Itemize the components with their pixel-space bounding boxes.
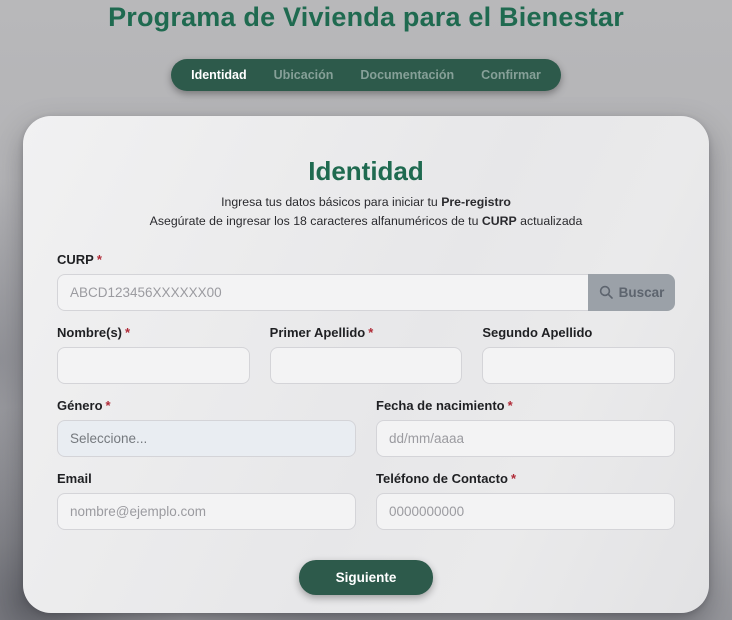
required-asterisk: *	[507, 397, 513, 413]
segundo-apellido-field: Segundo Apellido	[482, 325, 675, 384]
nombres-label: Nombre(s) *	[57, 324, 131, 340]
genero-field: Género * Seleccione...	[57, 398, 356, 457]
telefono-input[interactable]	[376, 492, 675, 530]
required-asterisk: *	[125, 324, 131, 340]
fecha-nacimiento-label: Fecha de nacimiento *	[376, 397, 513, 413]
primer-apellido-label: Primer Apellido *	[269, 324, 374, 340]
genero-select[interactable]: Seleccione...	[57, 419, 356, 457]
fecha-nacimiento-input[interactable]	[376, 419, 675, 457]
genero-selected-value: Seleccione...	[70, 430, 148, 446]
curp-input-group: Buscar	[57, 273, 675, 311]
tab-identidad[interactable]: Identidad	[191, 68, 247, 82]
genero-fecha-row: Género * Seleccione... Fecha de nacimient…	[57, 398, 675, 457]
telefono-label: Teléfono de Contacto *	[376, 470, 516, 486]
segundo-apellido-input[interactable]	[482, 346, 675, 384]
segundo-apellido-label: Segundo Apellido	[482, 324, 593, 340]
required-asterisk: *	[96, 251, 102, 267]
subtitle-2-text: Asegúrate de ingresar los 18 caracteres …	[149, 214, 482, 229]
subtitle-2-suffix: actualizada	[516, 214, 583, 229]
page-background: Programa de Vivienda para el Bienestar I…	[0, 0, 732, 620]
curp-input[interactable]	[57, 273, 588, 311]
siguiente-button[interactable]: Siguiente	[299, 559, 433, 595]
tab-bar-wrapper: Identidad Ubicación Documentación Confir…	[0, 59, 732, 91]
required-asterisk: *	[368, 324, 374, 340]
tab-ubicacion[interactable]: Ubicación	[274, 68, 334, 82]
email-input[interactable]	[57, 492, 356, 530]
email-telefono-row: Email Teléfono de Contacto*	[57, 471, 675, 530]
search-icon	[599, 285, 613, 300]
fecha-nacimiento-field: Fecha de nacimiento *	[376, 398, 675, 457]
submit-row: Siguiente	[57, 559, 675, 595]
names-row: Nombre(s) * Primer Apellido * Segundo Apel…	[57, 325, 675, 384]
email-label: Email	[57, 470, 92, 486]
subtitle-1-text: Ingresa tus datos básicos para iniciar t…	[221, 195, 442, 209]
step-tab-bar: Identidad Ubicación Documentación Confir…	[171, 59, 561, 91]
required-asterisk: *	[105, 397, 111, 413]
subtitle-1-bold: Pre-registro	[441, 195, 511, 209]
form-card: Identidad Ingresa tus datos básicos para…	[23, 116, 709, 613]
buscar-button[interactable]: Buscar	[588, 273, 675, 311]
nombres-field: Nombre(s) *	[57, 325, 250, 384]
nombres-input[interactable]	[57, 346, 250, 384]
tab-confirmar[interactable]: Confirmar	[481, 68, 541, 82]
primer-apellido-field: Primer Apellido *	[269, 324, 463, 384]
page-title: Programa de Vivienda para el Bienestar	[108, 2, 624, 32]
subtitle-2-bold: CURP	[481, 214, 517, 229]
identity-form: CURP* Buscar Nombre(s)*	[57, 252, 675, 595]
email-field: Email	[57, 471, 356, 530]
card-heading: Identidad	[308, 156, 424, 186]
buscar-button-label: Buscar	[618, 284, 665, 300]
tab-documentacion[interactable]: Documentación	[360, 68, 454, 82]
primer-apellido-input[interactable]	[269, 346, 463, 384]
card-subtitle-1: Ingresa tus datos básicos para iniciar t…	[57, 195, 675, 210]
genero-label: Género *	[57, 397, 111, 413]
telefono-field: Teléfono de Contacto *	[376, 471, 675, 530]
required-asterisk: *	[510, 470, 516, 486]
card-subtitle-2: Asegúrate de ingresar los 18 caracteres …	[57, 214, 675, 229]
curp-label: CURP *	[57, 251, 102, 267]
